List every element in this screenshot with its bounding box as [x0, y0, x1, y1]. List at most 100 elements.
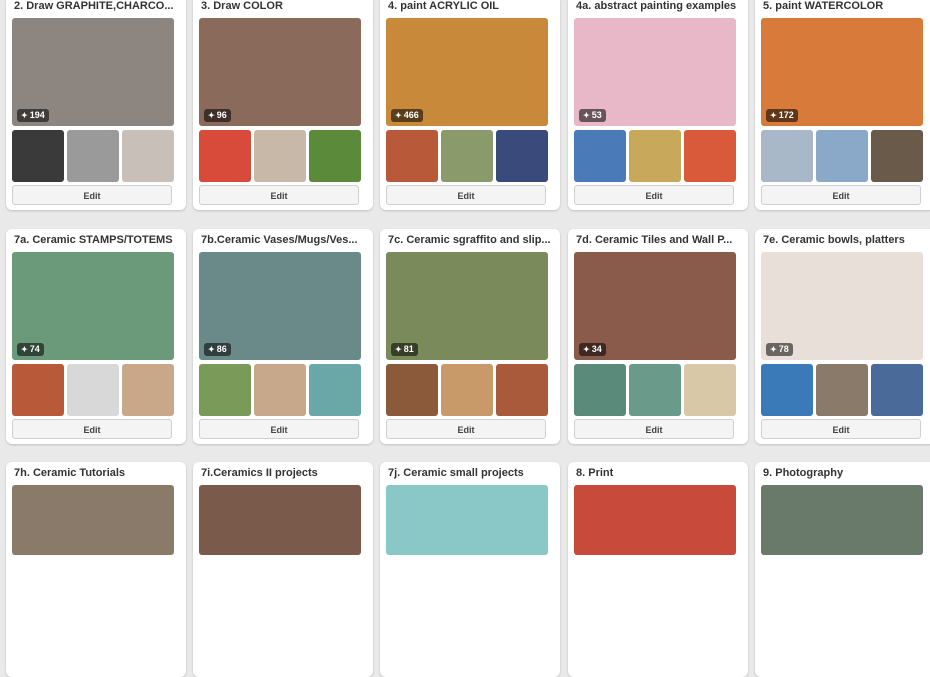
board-thumbnail[interactable] [574, 364, 626, 416]
board-cover-image[interactable]: ✦ 53 [574, 18, 736, 126]
board-title[interactable]: 7d. Ceramic Tiles and Wall P... [576, 233, 740, 247]
board-card[interactable]: 7c. Ceramic sgraffito and slip... ✦ 81 Edit [380, 229, 560, 444]
board-card[interactable]: 7e. Ceramic bowls, platters ✦ 78 Edit [755, 229, 930, 444]
board-title[interactable]: 8. Print [576, 466, 740, 480]
board-thumbnail[interactable] [199, 130, 251, 182]
board-thumbnail[interactable] [629, 130, 681, 182]
board-title[interactable]: 7i.Ceramics II projects [201, 466, 365, 480]
board-thumbnail[interactable] [441, 130, 493, 182]
board-thumbnail[interactable] [254, 364, 306, 416]
board-title[interactable]: 7a. Ceramic STAMPS/TOTEMS [14, 233, 178, 247]
board-cover-image[interactable]: ✦ 172 [761, 18, 923, 126]
board-thumbnail[interactable] [441, 364, 493, 416]
board-thumbnail[interactable] [761, 130, 813, 182]
board-thumbnail[interactable] [629, 364, 681, 416]
board-thumbnail[interactable] [816, 130, 868, 182]
board-thumbnail[interactable] [816, 364, 868, 416]
board-thumbnails [761, 130, 923, 182]
board-thumbnail[interactable] [67, 130, 119, 182]
board-cover-image[interactable] [761, 485, 923, 555]
board-thumbnails [386, 130, 548, 182]
pin-count-badge: ✦ 53 [579, 109, 606, 122]
edit-board-button[interactable]: Edit [199, 185, 359, 205]
edit-board-button[interactable]: Edit [761, 419, 921, 439]
board-thumbnail[interactable] [761, 364, 813, 416]
edit-board-button[interactable]: Edit [386, 185, 546, 205]
edit-board-button[interactable]: Edit [12, 419, 172, 439]
board-title[interactable]: 3. Draw COLOR [201, 0, 365, 13]
board-title[interactable]: 7e. Ceramic bowls, platters [763, 233, 927, 247]
board-card[interactable]: 7i.Ceramics II projects [193, 462, 373, 677]
board-title[interactable]: 5. paint WATERCOLOR [763, 0, 927, 13]
board-title[interactable]: 9. Photography [763, 466, 927, 480]
board-thumbnails [574, 130, 736, 182]
board-cover-image[interactable]: ✦ 466 [386, 18, 548, 126]
edit-board-button[interactable]: Edit [386, 419, 546, 439]
board-thumbnails [12, 364, 174, 416]
board-cover-image[interactable]: ✦ 78 [761, 252, 923, 360]
board-thumbnails [199, 364, 361, 416]
edit-board-button[interactable]: Edit [761, 185, 921, 205]
board-thumbnail[interactable] [309, 364, 361, 416]
board-thumbnail[interactable] [67, 364, 119, 416]
board-title[interactable]: 7h. Ceramic Tutorials [14, 466, 178, 480]
edit-board-button[interactable]: Edit [199, 419, 359, 439]
board-card[interactable]: 7d. Ceramic Tiles and Wall P... ✦ 34 Edit [568, 229, 748, 444]
pin-count: 172 [778, 110, 794, 120]
board-card[interactable]: 4a. abstract painting examples ✦ 53 Edit [568, 0, 748, 210]
board-thumbnail[interactable] [684, 364, 736, 416]
board-card[interactable]: 4. paint ACRYLIC OIL ✦ 466 Edit [380, 0, 560, 210]
board-title[interactable]: 4a. abstract painting examples [576, 0, 740, 13]
board-thumbnail[interactable] [122, 130, 174, 182]
board-card[interactable]: 9. Photography [755, 462, 930, 677]
board-card[interactable]: 3. Draw COLOR ✦ 96 Edit [193, 0, 373, 210]
pin-count-badge: ✦ 78 [766, 343, 793, 356]
board-thumbnail[interactable] [574, 130, 626, 182]
board-card[interactable]: 7b.Ceramic Vases/Mugs/Ves... ✦ 86 Edit [193, 229, 373, 444]
pin-icon: ✦ [770, 345, 777, 354]
board-thumbnail[interactable] [496, 364, 548, 416]
board-title[interactable]: 7b.Ceramic Vases/Mugs/Ves... [201, 233, 365, 247]
board-cover-image[interactable]: ✦ 81 [386, 252, 548, 360]
board-card[interactable]: 7j. Ceramic small projects [380, 462, 560, 677]
pin-count: 86 [216, 344, 227, 354]
board-thumbnail[interactable] [199, 364, 251, 416]
board-cover-image[interactable] [199, 485, 361, 555]
board-card[interactable]: 8. Print [568, 462, 748, 677]
board-card[interactable]: 5. paint WATERCOLOR ✦ 172 Edit [755, 0, 930, 210]
board-title[interactable]: 4. paint ACRYLIC OIL [388, 0, 552, 13]
board-thumbnail[interactable] [684, 130, 736, 182]
edit-board-button[interactable]: Edit [12, 185, 172, 205]
board-thumbnail[interactable] [496, 130, 548, 182]
board-thumbnail[interactable] [122, 364, 174, 416]
board-cover-image[interactable]: ✦ 34 [574, 252, 736, 360]
board-card[interactable]: 7a. Ceramic STAMPS/TOTEMS ✦ 74 Edit [6, 229, 186, 444]
board-thumbnail[interactable] [386, 364, 438, 416]
board-thumbnail[interactable] [386, 130, 438, 182]
board-thumbnail[interactable] [871, 130, 923, 182]
board-cover-image[interactable]: ✦ 74 [12, 252, 174, 360]
board-cover-image[interactable] [12, 485, 174, 555]
board-card[interactable]: 7h. Ceramic Tutorials [6, 462, 186, 677]
board-thumbnail[interactable] [12, 364, 64, 416]
board-thumbnails [574, 364, 736, 416]
board-cover-image[interactable]: ✦ 86 [199, 252, 361, 360]
board-cover-image[interactable]: ✦ 194 [12, 18, 174, 126]
board-thumbnail[interactable] [254, 130, 306, 182]
pin-icon: ✦ [395, 345, 402, 354]
board-thumbnail[interactable] [309, 130, 361, 182]
edit-board-button[interactable]: Edit [574, 185, 734, 205]
pin-count-badge: ✦ 466 [391, 109, 423, 122]
edit-board-button[interactable]: Edit [574, 419, 734, 439]
board-cover-image[interactable] [574, 485, 736, 555]
board-cover-image[interactable] [386, 485, 548, 555]
board-thumbnail[interactable] [12, 130, 64, 182]
board-thumbnail[interactable] [871, 364, 923, 416]
board-title[interactable]: 7c. Ceramic sgraffito and slip... [388, 233, 552, 247]
board-title[interactable]: 7j. Ceramic small projects [388, 466, 552, 480]
board-title[interactable]: 2. Draw GRAPHITE,CHARCO... [14, 0, 178, 13]
pin-count: 53 [591, 110, 602, 120]
board-card[interactable]: 2. Draw GRAPHITE,CHARCO... ✦ 194 Edit [6, 0, 186, 210]
pin-count: 466 [403, 110, 419, 120]
board-cover-image[interactable]: ✦ 96 [199, 18, 361, 126]
